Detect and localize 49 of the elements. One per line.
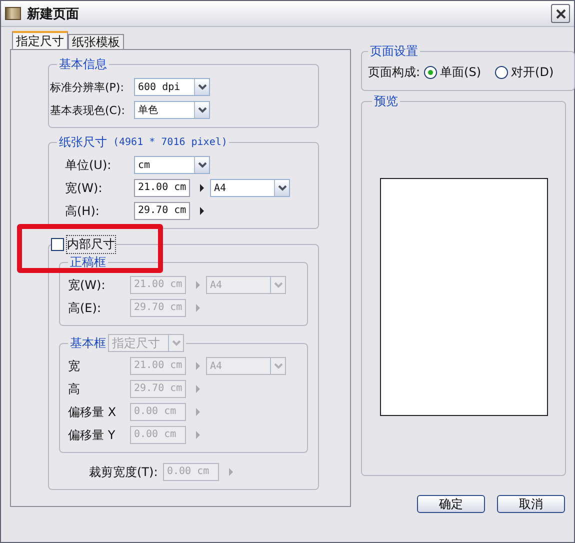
field-label: 裁剪宽度(T): xyxy=(89,464,159,480)
group-title: 正稿框 xyxy=(70,254,106,271)
input-field[interactable]: 29.70 cm xyxy=(134,202,190,220)
radio-label: 单面(S) xyxy=(440,64,482,80)
field-label: 宽(W): xyxy=(68,276,106,294)
checkbox-label: 内部尺寸 xyxy=(66,235,116,254)
field-label: 宽(W): xyxy=(64,180,104,196)
window-title: 新建页面 xyxy=(27,6,80,22)
caret-icon xyxy=(270,277,285,293)
group-title: 纸张尺寸 xyxy=(59,134,107,151)
field-label: 高 xyxy=(68,380,81,398)
dropdown[interactable]: 单色 xyxy=(134,101,210,119)
field-label: 高(E): xyxy=(68,300,102,316)
radio-button[interactable] xyxy=(424,66,438,78)
field-label: 单位(U): xyxy=(64,156,112,174)
dialog-button[interactable]: 取消 xyxy=(497,495,565,513)
group-title: 基本信息 xyxy=(59,56,107,73)
field-label: 页面构成: xyxy=(368,64,420,80)
radio-button[interactable] xyxy=(495,66,508,78)
tab[interactable]: 指定尺寸 xyxy=(12,31,68,49)
close-icon xyxy=(556,8,566,18)
tab[interactable]: 纸张模板 xyxy=(68,34,124,49)
close-button[interactable] xyxy=(551,4,570,23)
caret-icon xyxy=(194,102,209,118)
field-label: 偏移量 Y xyxy=(68,426,116,444)
caret-icon xyxy=(274,180,289,196)
arrow-icon[interactable] xyxy=(200,207,204,215)
field-label: 偏移量 X xyxy=(68,404,118,420)
dropdown[interactable]: A4 xyxy=(210,179,290,197)
radio-label: 对开(D) xyxy=(511,64,554,80)
caret-icon xyxy=(194,79,209,95)
field-label: 高(H): xyxy=(64,202,100,220)
dropdown[interactable]: 600 dpi xyxy=(134,78,210,96)
arrow-icon[interactable] xyxy=(200,184,204,192)
pixel-size: (4961 * 7016 pixel) xyxy=(113,137,228,148)
group-title: 预览 xyxy=(374,93,398,110)
field-label: 标准分辨率(P): xyxy=(50,80,125,94)
group-title: 基本框 xyxy=(70,334,106,352)
caret-icon xyxy=(194,157,209,173)
input-field[interactable]: 21.00 cm xyxy=(134,179,190,197)
dialog-button[interactable]: 确定 xyxy=(417,495,485,513)
group-title: 页面设置 xyxy=(370,43,418,60)
field-label: 基本表现色(C): xyxy=(50,102,126,118)
caret-icon xyxy=(270,358,285,374)
dropdown[interactable]: cm xyxy=(134,156,210,174)
checkbox[interactable] xyxy=(51,238,64,251)
field-label: 宽 xyxy=(68,358,81,374)
window-icon xyxy=(5,7,21,20)
caret-icon xyxy=(168,335,183,351)
